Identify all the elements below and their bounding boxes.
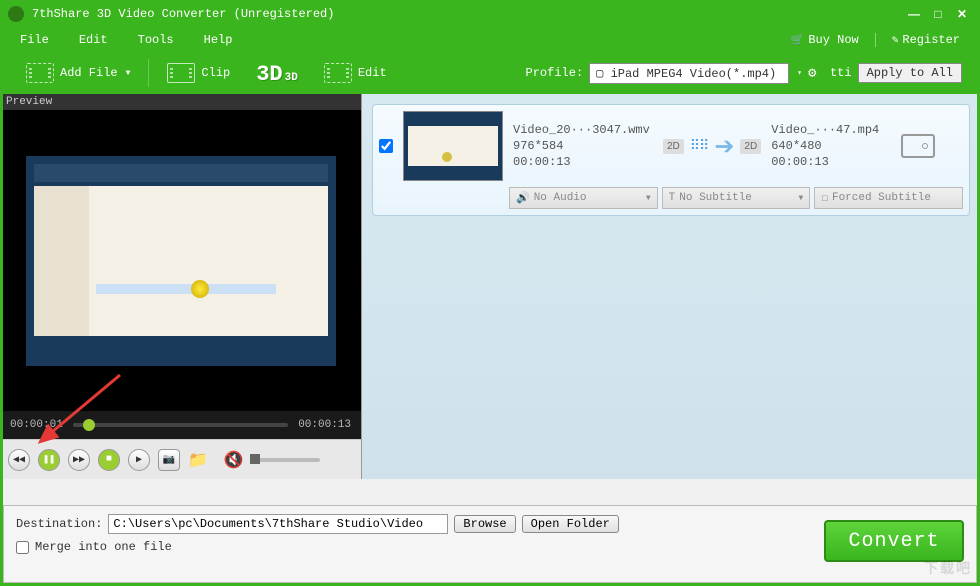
speaker-icon: 🔊 bbox=[516, 191, 530, 205]
window-title: 7thShare 3D Video Converter (Unregistere… bbox=[32, 7, 904, 21]
3d-icon: 3D3D bbox=[256, 60, 298, 87]
register-link[interactable]: ✎Register bbox=[892, 33, 960, 47]
forced-subtitle-toggle[interactable]: ☐Forced Subtitle bbox=[814, 187, 963, 209]
snapshot-button[interactable]: 📷 bbox=[158, 449, 180, 471]
file-checkbox[interactable] bbox=[379, 139, 393, 153]
titlebar: 7thShare 3D Video Converter (Unregistere… bbox=[0, 0, 980, 28]
merge-label: Merge into one file bbox=[35, 540, 172, 554]
volume-track[interactable] bbox=[250, 458, 320, 462]
edit-button[interactable]: Edit bbox=[316, 59, 395, 87]
profile-dropdown-icon[interactable]: ▾ bbox=[797, 68, 802, 78]
separator bbox=[875, 33, 876, 47]
cart-icon: 🛒 bbox=[791, 35, 805, 47]
device-icon bbox=[901, 134, 935, 158]
menu-help[interactable]: Help bbox=[204, 33, 233, 47]
profile-label: Profile: bbox=[526, 66, 584, 80]
preview-label: Preview bbox=[0, 94, 361, 110]
stop-button[interactable]: ■ bbox=[98, 449, 120, 471]
settings-icon[interactable]: ⚙ bbox=[808, 65, 824, 81]
seek-thumb-icon[interactable] bbox=[83, 419, 95, 431]
maximize-button[interactable]: □ bbox=[928, 7, 948, 21]
checkbox-icon: ☐ bbox=[821, 191, 828, 205]
volume-control: 🔇 bbox=[224, 450, 320, 470]
player-controls: ◀◀ ❚❚ ▶▶ ■ ▶ 📷 📁 🔇 bbox=[0, 439, 361, 479]
preview-panel: Preview 00:00:01 00:00:13 ◀◀ ❚❚ ▶▶ ■ bbox=[0, 94, 362, 479]
arrow-right-icon: ➔ bbox=[714, 132, 734, 161]
next-button[interactable]: ▶▶ bbox=[68, 449, 90, 471]
destination-label: Destination: bbox=[16, 517, 102, 531]
destination-input[interactable] bbox=[108, 514, 448, 534]
merge-checkbox[interactable] bbox=[16, 541, 29, 554]
target-filename: Video_···47.mp4 bbox=[771, 123, 891, 137]
pen-icon: ✎ bbox=[892, 35, 899, 47]
time-current: 00:00:01 bbox=[10, 419, 63, 431]
audio-select[interactable]: 🔊No Audio▼ bbox=[509, 187, 658, 209]
dropdown-icon: ▼ bbox=[799, 194, 804, 203]
open-folder-button[interactable]: Open Folder bbox=[522, 515, 619, 533]
buy-now-link[interactable]: 🛒Buy Now bbox=[791, 33, 859, 47]
subtitle-select[interactable]: TNo Subtitle▼ bbox=[662, 187, 811, 209]
time-total: 00:00:13 bbox=[298, 419, 351, 431]
file-item: Video_20···3047.wmv 976*584 00:00:13 2D … bbox=[372, 104, 970, 216]
menu-edit[interactable]: Edit bbox=[79, 33, 108, 47]
volume-thumb-icon[interactable] bbox=[250, 454, 260, 464]
profile-select[interactable]: ▢ iPad MPEG4 Video(*.mp4) bbox=[589, 63, 789, 84]
browse-button[interactable]: Browse bbox=[454, 515, 515, 533]
clip-icon bbox=[167, 63, 195, 83]
profile-group: Profile: ▢ iPad MPEG4 Video(*.mp4) ▾ ⚙ t… bbox=[526, 63, 962, 84]
target-duration: 00:00:13 bbox=[771, 155, 891, 169]
apply-to-all-button[interactable]: Apply to All bbox=[858, 63, 962, 83]
conversion-indicator: 2D ⠿⠿ ➔ 2D bbox=[663, 132, 761, 161]
text-icon: T bbox=[669, 192, 676, 204]
folder-icon[interactable]: 📁 bbox=[188, 450, 208, 470]
menubar: File Edit Tools Help 🛒Buy Now ✎Register bbox=[0, 28, 980, 52]
preview-screen bbox=[0, 110, 361, 411]
clip-label: Clip bbox=[201, 66, 230, 80]
convert-button[interactable]: Convert bbox=[824, 520, 964, 562]
menu-file[interactable]: File bbox=[20, 33, 49, 47]
bottom-bar: Destination: Browse Open Folder Merge in… bbox=[3, 505, 977, 583]
play-pause-button[interactable]: ❚❚ bbox=[38, 449, 60, 471]
film-icon bbox=[26, 63, 54, 83]
file-thumbnail bbox=[403, 111, 503, 181]
step-button[interactable]: ▶ bbox=[128, 449, 150, 471]
source-filename: Video_20···3047.wmv bbox=[513, 123, 653, 137]
badge-2d-source: 2D bbox=[663, 139, 684, 154]
toolbar: Add File ▼ Clip 3D3D Edit Profile: ▢ iPa… bbox=[0, 52, 980, 94]
menu-tools[interactable]: Tools bbox=[138, 33, 174, 47]
mute-icon[interactable]: 🔇 bbox=[224, 450, 244, 470]
seek-track[interactable] bbox=[73, 423, 288, 427]
edit-label: Edit bbox=[358, 66, 387, 80]
source-duration: 00:00:13 bbox=[513, 155, 653, 169]
dots-icon: ⠿⠿ bbox=[690, 138, 709, 155]
minimize-button[interactable]: — bbox=[904, 7, 924, 21]
badge-2d-target: 2D bbox=[740, 139, 761, 154]
target-resolution: 640*480 bbox=[771, 139, 891, 153]
source-resolution: 976*584 bbox=[513, 139, 653, 153]
add-file-button[interactable]: Add File ▼ bbox=[18, 59, 138, 87]
edit-icon bbox=[324, 63, 352, 83]
watermark: 下载吧 bbox=[924, 558, 972, 578]
clip-button[interactable]: Clip bbox=[159, 59, 238, 87]
dropdown-icon: ▼ bbox=[646, 194, 651, 203]
tti-label: tti bbox=[830, 66, 852, 80]
close-button[interactable]: ✕ bbox=[952, 7, 972, 21]
time-bar: 00:00:01 00:00:13 bbox=[0, 411, 361, 439]
file-list: Video_20···3047.wmv 976*584 00:00:13 2D … bbox=[362, 94, 980, 479]
dropdown-icon: ▼ bbox=[126, 69, 131, 78]
prev-button[interactable]: ◀◀ bbox=[8, 449, 30, 471]
add-file-label: Add File bbox=[60, 66, 118, 80]
app-logo-icon bbox=[8, 6, 24, 22]
3d-button[interactable]: 3D3D bbox=[248, 56, 306, 91]
divider bbox=[148, 59, 149, 87]
